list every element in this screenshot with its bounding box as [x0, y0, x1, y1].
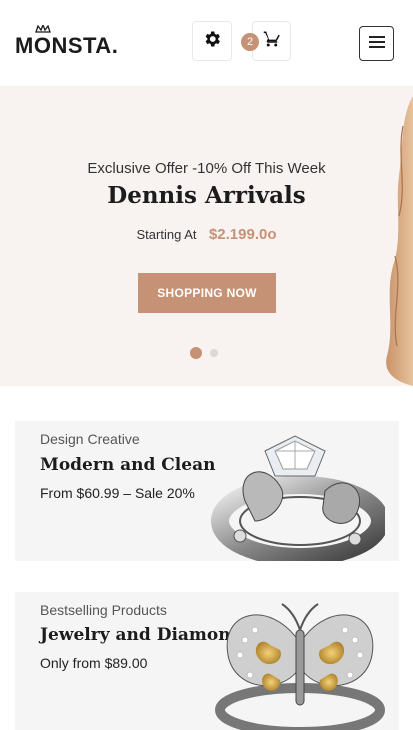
brand-logo[interactable]: MONSTA. — [15, 25, 119, 58]
hero-price: $2.199.0o — [208, 226, 277, 243]
banner-eyebrow: Bestselling Products — [40, 602, 167, 618]
hero-subtitle: Exclusive Offer -10% Off This Week — [87, 160, 326, 177]
banner-price-note: Only from $89.00 — [40, 655, 148, 671]
slider-pagination — [190, 346, 218, 360]
banner-modern-clean[interactable]: Design Creative Modern and Clean From $6… — [15, 421, 399, 561]
crown-icon — [35, 25, 51, 33]
hero-title: Dennis Arrivals — [107, 182, 306, 209]
banner-jewelry-diamonds[interactable]: Bestselling Products Jewelry and Diamond… — [15, 592, 399, 730]
settings-button[interactable] — [192, 21, 232, 61]
logo-text: MONSTA. — [15, 33, 119, 58]
menu-button[interactable] — [359, 26, 394, 61]
shopping-now-button[interactable]: SHOPPING NOW — [138, 273, 276, 313]
banner-title: Modern and Clean — [40, 455, 216, 475]
hero-price-row: Starting At $2.199.0o — [0, 226, 413, 244]
diamond-ring-image — [195, 431, 389, 561]
site-header: MONSTA. 2 — [0, 0, 413, 86]
hero-slider: Exclusive Offer -10% Off This Week Denni… — [0, 86, 413, 386]
cart-count-badge: 2 — [241, 33, 259, 51]
hamburger-menu-icon — [368, 35, 385, 53]
gear-icon — [202, 29, 222, 54]
butterfly-ring-image — [210, 600, 390, 730]
slide-dot-2[interactable] — [210, 349, 218, 357]
cart-icon — [263, 30, 281, 53]
slide-dot-1[interactable] — [190, 347, 202, 359]
banner-price-note: From $60.99 – Sale 20% — [40, 485, 195, 501]
starting-at-label: Starting At — [136, 227, 197, 242]
cart: 2 — [241, 21, 291, 61]
banner-eyebrow: Design Creative — [40, 431, 140, 447]
